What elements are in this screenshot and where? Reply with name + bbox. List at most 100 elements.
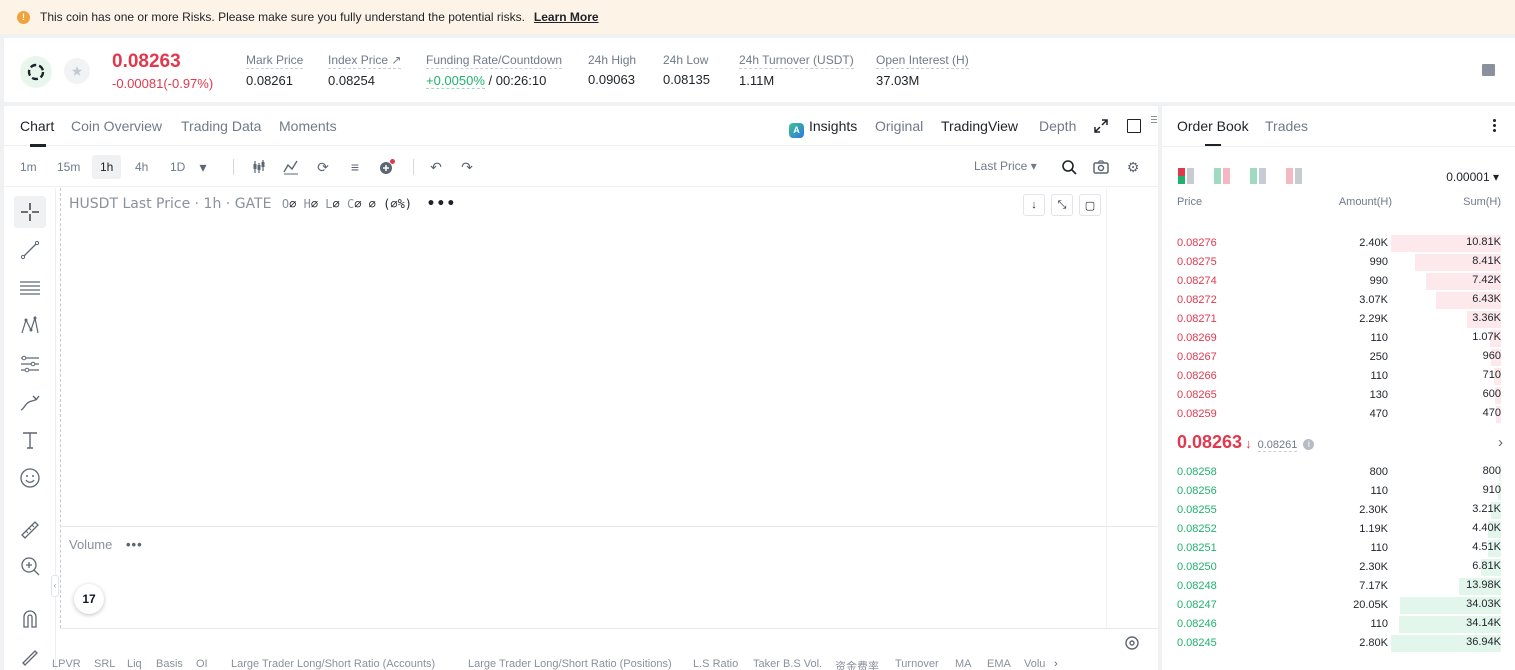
bid-row[interactable]: 0.08251 110 4.51K	[1162, 539, 1515, 558]
legend-more-icon[interactable]: •••	[426, 196, 456, 212]
timeframe-dropdown-icon[interactable]: ▾	[195, 159, 211, 175]
view-both-icon[interactable]	[1178, 168, 1196, 184]
ask-row[interactable]: 0.08275 990 8.41K	[1162, 253, 1515, 272]
bid-row[interactable]: 0.08252 1.19K 4.40K	[1162, 520, 1515, 539]
tradingview-logo[interactable]: 17	[74, 584, 104, 614]
trend-line-icon[interactable]	[14, 234, 46, 266]
stat-index-price[interactable]: Index Price ↗ 0.08254	[328, 52, 402, 88]
indicator-tab[interactable]: EMA	[987, 658, 1011, 670]
redo-icon[interactable]: ↷	[459, 159, 475, 175]
indicator-tab[interactable]: L.S Ratio	[693, 658, 738, 670]
fib-levels-icon[interactable]	[14, 272, 46, 304]
stat-24h-turnover[interactable]: 24h Turnover (USDT) 1.11M	[739, 52, 854, 88]
ruler-icon[interactable]	[14, 514, 46, 546]
view-asks-icon[interactable]	[1250, 168, 1268, 184]
info-icon[interactable]: i	[1303, 439, 1315, 450]
pane-divider[interactable]	[60, 526, 1158, 527]
view-insights[interactable]: A Insights	[789, 118, 857, 138]
fullscreen-icon[interactable]	[1094, 119, 1108, 133]
chart-settings-icon[interactable]	[1124, 635, 1140, 651]
indicator-tab[interactable]: Volu	[1024, 658, 1045, 670]
ask-row[interactable]: 0.08265 130 600	[1162, 386, 1515, 405]
timeframe-15m[interactable]: 15m	[49, 155, 88, 179]
ask-row[interactable]: 0.08269 110 1.07K	[1162, 329, 1515, 348]
emoji-icon[interactable]	[14, 462, 46, 494]
ask-row[interactable]: 0.08276 2.40K 10.81K	[1162, 234, 1515, 253]
arrow-down-icon[interactable]: ↓	[1023, 194, 1045, 216]
indicator-tab[interactable]: Liq	[127, 658, 142, 670]
tab-trades[interactable]: Trades	[1265, 118, 1308, 134]
panel-drag-handle-icon[interactable]	[1151, 116, 1157, 126]
ask-row[interactable]: 0.08274 990 7.42K	[1162, 272, 1515, 291]
window-mode-icon[interactable]	[1127, 119, 1141, 133]
timeframe-1d[interactable]: 1D	[162, 155, 193, 179]
bid-row[interactable]: 0.08256 110 910	[1162, 482, 1515, 501]
timeframe-1m[interactable]: 1m	[12, 155, 45, 179]
indicator-tab[interactable]: SRL	[94, 658, 115, 670]
indicator-tab[interactable]: MA	[955, 658, 972, 670]
ask-row[interactable]: 0.08271 2.29K 3.36K	[1162, 310, 1515, 329]
add-icon[interactable]	[379, 159, 395, 175]
tab-trading-data[interactable]: Trading Data	[181, 118, 261, 134]
templates-icon[interactable]: ≡	[347, 159, 363, 175]
tab-chart[interactable]: Chart	[20, 118, 54, 147]
indicator-tab[interactable]: 资金费率	[835, 658, 879, 670]
time-axis[interactable]	[60, 628, 1158, 629]
view-depth[interactable]: Depth	[1039, 118, 1076, 134]
indicator-tab[interactable]: Large Trader Long/Short Ratio (Positions…	[468, 658, 672, 670]
ask-row[interactable]: 0.08267 250 960	[1162, 348, 1515, 367]
undo-icon[interactable]: ↶	[428, 159, 444, 175]
volume-more-icon[interactable]: •••	[126, 537, 143, 552]
bid-row[interactable]: 0.08245 2.80K 36.94K	[1162, 634, 1515, 653]
bid-row[interactable]: 0.08248 7.17K 13.98K	[1162, 577, 1515, 596]
stat-mark-price[interactable]: Mark Price 0.08261	[246, 52, 304, 88]
stat-funding-rate[interactable]: Funding Rate/Countdown +0.0050% / 00:26:…	[426, 52, 563, 89]
camera-icon[interactable]	[1093, 159, 1109, 175]
candlestick-type-icon[interactable]	[251, 159, 267, 175]
bid-row[interactable]: 0.08247 20.05K 34.03K	[1162, 596, 1515, 615]
indicator-tab[interactable]: LPVR	[52, 658, 81, 670]
settings-gear-icon[interactable]: ⚙	[1125, 159, 1141, 175]
bid-row[interactable]: 0.08246 110 34.14K	[1162, 615, 1515, 634]
indicator-tab[interactable]: Taker B.S Vol.	[753, 658, 822, 670]
view-bids-icon[interactable]	[1214, 168, 1232, 184]
timeframe-4h[interactable]: 4h	[127, 155, 156, 179]
ask-row[interactable]: 0.08259 470 470	[1162, 405, 1515, 424]
collapse-icon[interactable]: ⤡	[1051, 194, 1073, 216]
pattern-icon[interactable]	[14, 310, 46, 342]
chevron-right-icon[interactable]: ›	[1498, 434, 1503, 451]
chart-plot-area[interactable]: HUSDT Last Price · 1h · GATE O∅ H∅ L∅ C∅…	[60, 188, 1106, 628]
favorite-star-icon[interactable]: ★	[64, 58, 90, 84]
timeframe-1h[interactable]: 1h	[92, 155, 122, 179]
learn-more-link[interactable]: Learn More	[534, 10, 599, 24]
collapse-toolbar-icon[interactable]: ‹	[51, 575, 59, 597]
prediction-tools-icon[interactable]	[14, 348, 46, 380]
view-depth-icon[interactable]	[1286, 168, 1304, 184]
chevron-right-icon[interactable]: ›	[1054, 658, 1058, 670]
tab-order-book[interactable]: Order Book	[1177, 118, 1249, 147]
indicator-tab[interactable]: OI	[196, 658, 208, 670]
more-options-icon[interactable]	[1493, 119, 1497, 133]
bid-row[interactable]: 0.08250 2.30K 6.81K	[1162, 558, 1515, 577]
precision-select[interactable]: 0.00001 ▾	[1446, 170, 1499, 184]
bid-row[interactable]: 0.08255 2.30K 3.21K	[1162, 501, 1515, 520]
ask-row[interactable]: 0.08272 3.07K 6.43K	[1162, 291, 1515, 310]
tab-coin-overview[interactable]: Coin Overview	[71, 118, 162, 134]
search-icon[interactable]	[1061, 159, 1077, 175]
price-scale[interactable]	[1106, 188, 1158, 628]
crosshair-icon[interactable]	[14, 196, 46, 228]
guide-book-icon[interactable]	[1482, 64, 1495, 76]
indicator-tab[interactable]: Basis	[156, 658, 183, 670]
view-tradingview[interactable]: TradingView	[941, 118, 1018, 134]
bid-row[interactable]: 0.08258 800 800	[1162, 463, 1515, 482]
stat-open-interest[interactable]: Open Interest (H) 37.03M	[876, 52, 969, 88]
text-tool-icon[interactable]	[14, 424, 46, 456]
indicators-icon[interactable]	[283, 159, 299, 175]
lock-drawings-icon[interactable]	[14, 640, 46, 670]
tab-moments[interactable]: Moments	[279, 118, 337, 134]
refresh-icon[interactable]: ⟳	[315, 159, 331, 175]
indicator-tab[interactable]: Large Trader Long/Short Ratio (Accounts)	[231, 658, 435, 670]
ask-row[interactable]: 0.08266 110 710	[1162, 367, 1515, 386]
zoom-in-icon[interactable]	[14, 550, 46, 582]
magnet-icon[interactable]	[14, 602, 46, 634]
